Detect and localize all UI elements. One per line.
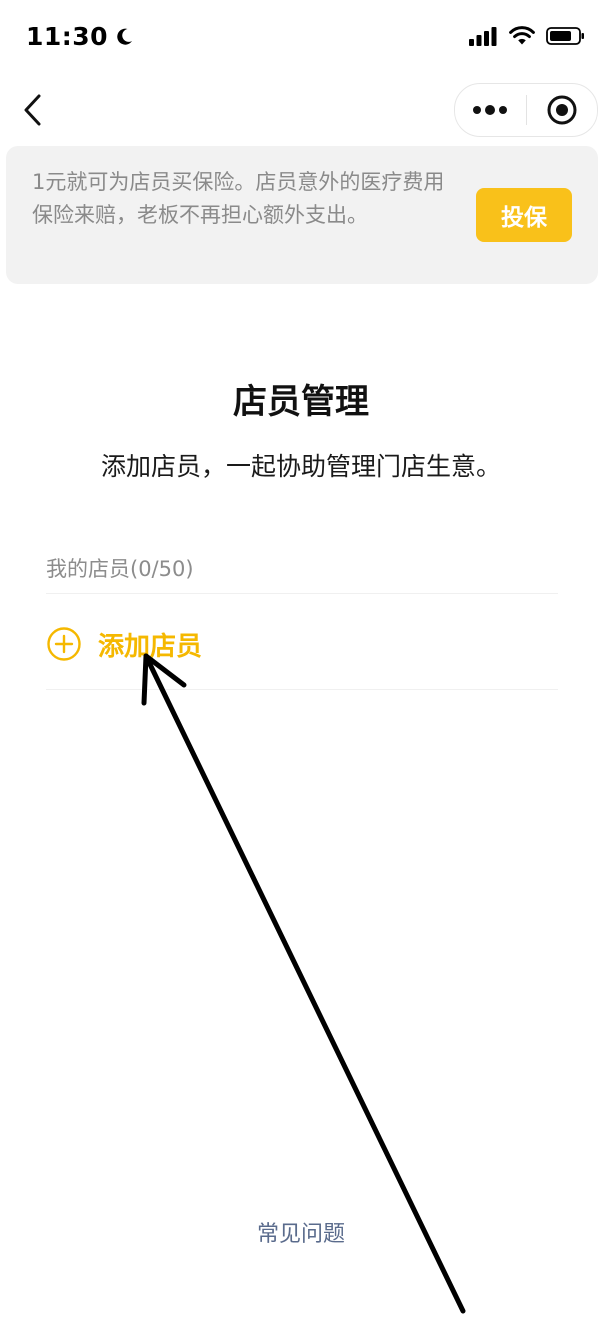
- status-time-text: 11:30: [26, 22, 109, 51]
- status-time: 11:30: [26, 22, 134, 51]
- target-circle-icon: [547, 95, 577, 125]
- add-staff-button[interactable]: 添加店员: [46, 620, 202, 668]
- buy-insurance-button[interactable]: 投保: [476, 188, 572, 242]
- faq-link[interactable]: 常见问题: [0, 1216, 602, 1248]
- insurance-banner-text: 1元就可为店员买保险。店员意外的医疗费用保险来赔，老板不再担心额外支出。: [32, 170, 445, 227]
- moon-icon: [117, 28, 133, 45]
- plus-circle-icon: [47, 627, 81, 661]
- back-button[interactable]: [12, 88, 52, 132]
- nav-bar: [0, 78, 612, 142]
- wifi-icon: [509, 26, 535, 45]
- mini-program-capsule: [454, 83, 598, 137]
- chevron-left-icon: [24, 94, 41, 126]
- page-subtitle: 添加店员，一起协助管理门店生意。: [100, 452, 501, 481]
- close-mini-program-button[interactable]: [527, 84, 598, 136]
- divider-top: [46, 593, 558, 594]
- page-title: 店员管理: [233, 382, 369, 422]
- status-indicators: [468, 26, 586, 46]
- more-dots-icon: [473, 105, 508, 115]
- status-bar: 11:30: [0, 0, 612, 78]
- divider-bottom: [46, 689, 558, 690]
- staff-count-label: 我的店员(0/50): [46, 557, 194, 581]
- battery-icon: [546, 27, 584, 45]
- signal-icon: [469, 27, 497, 46]
- insurance-banner: 1元就可为店员买保险。店员意外的医疗费用保险来赔，老板不再担心额外支出。 投保: [6, 146, 598, 284]
- more-button[interactable]: [455, 84, 526, 136]
- add-staff-label: 添加店员: [98, 631, 203, 662]
